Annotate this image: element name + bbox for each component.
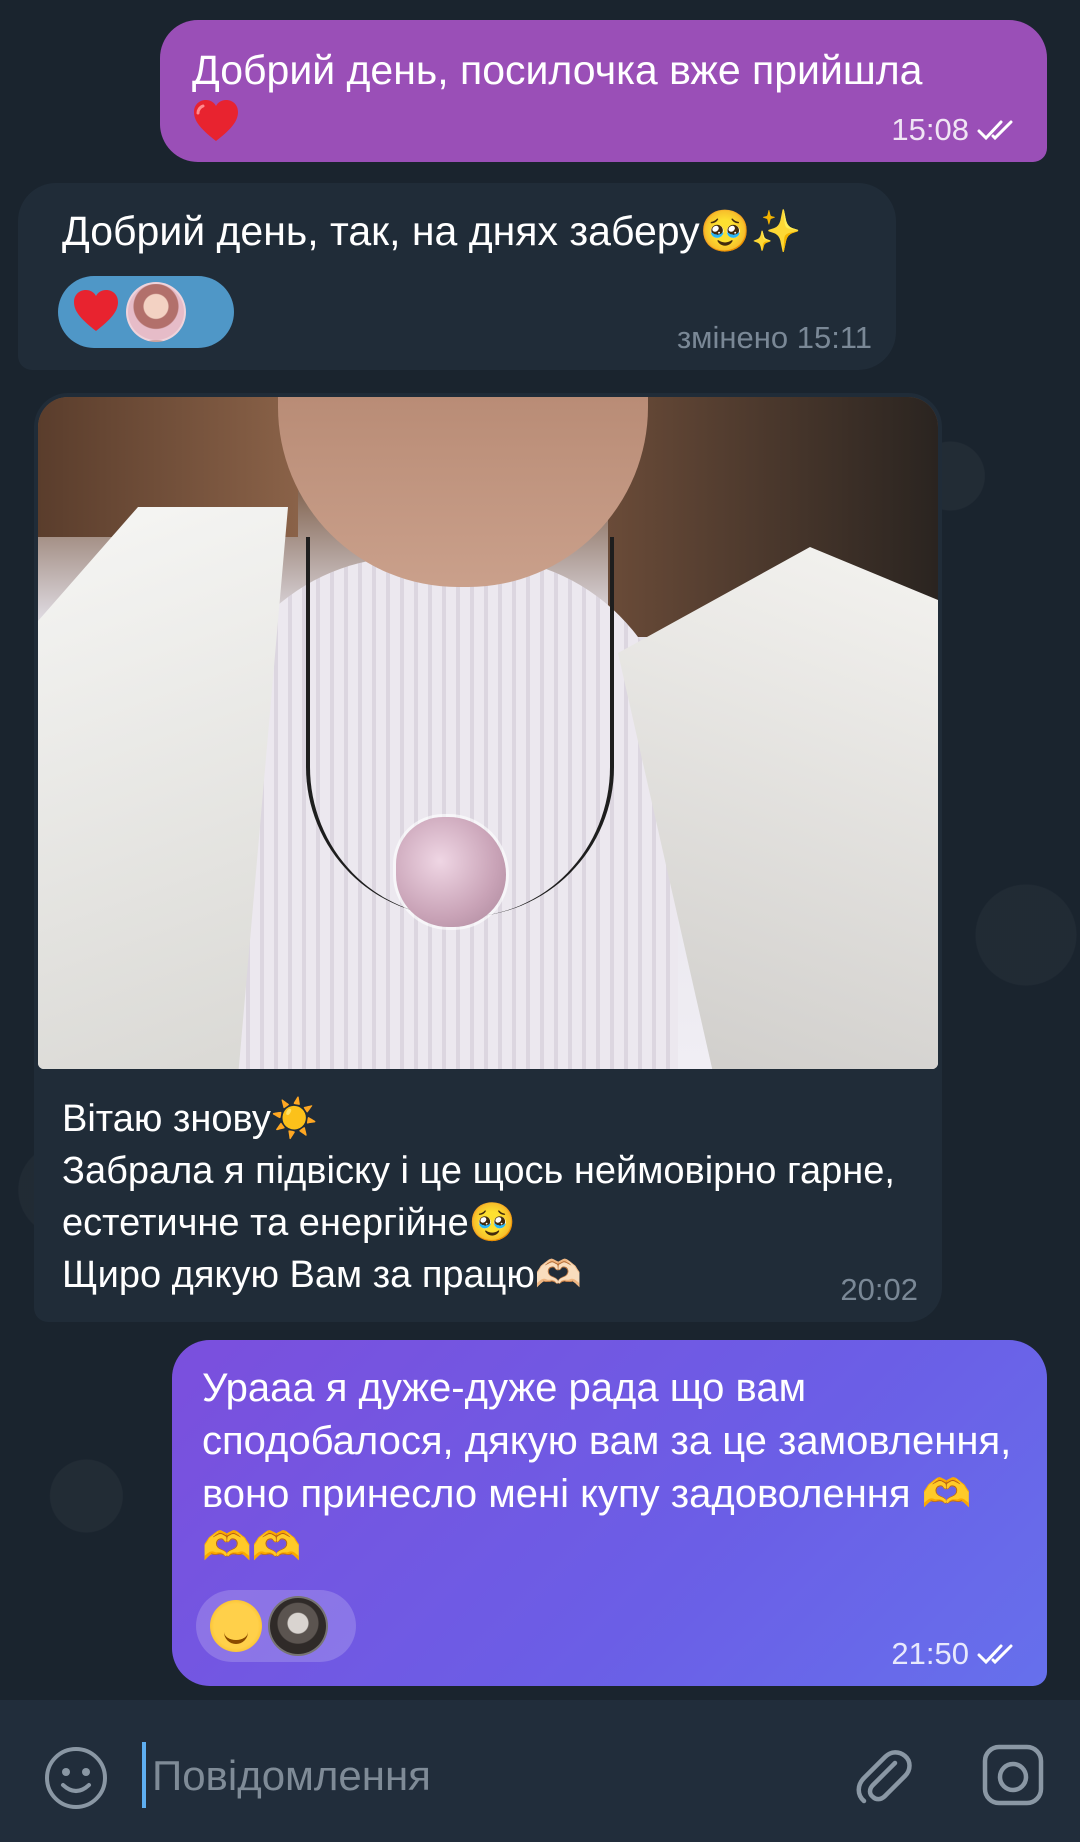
rose-quartz-pendant [396, 817, 506, 927]
paperclip-icon[interactable] [846, 1740, 922, 1816]
message-meta: 15:08 [891, 112, 1023, 148]
message-time: 20:02 [840, 1272, 918, 1307]
message-text: Урааа я дуже-дуже рада що вам сподобалос… [202, 1366, 1023, 1569]
message-edited-time: змінено 15:11 [676, 320, 872, 355]
reaction-chip[interactable] [196, 1590, 356, 1662]
smile-icon[interactable] [40, 1742, 112, 1814]
double-check-icon [977, 1644, 1013, 1665]
text-cursor [142, 1742, 146, 1808]
red-heart-emoji-icon [194, 100, 238, 141]
message-outgoing[interactable]: Добрий день, посилочка вже прийшла 15:08 [160, 20, 1047, 162]
red-heart-reaction-icon [74, 290, 118, 331]
message-meta: змінено 15:11 [677, 320, 872, 356]
reactor-avatar [126, 282, 186, 342]
double-check-icon [977, 120, 1013, 141]
message-meta: 21:50 [891, 1636, 1023, 1672]
message-incoming[interactable]: Добрий день, так, на днях заберу🥹✨ зміне… [18, 183, 896, 370]
smiling-face-with-hearts-icon [210, 1600, 262, 1652]
message-incoming-photo[interactable]: Вітаю знову☀️ Забрала я підвіску і це що… [34, 393, 942, 1322]
reaction-chip[interactable] [58, 276, 234, 348]
message-text: Добрий день, так, на днях заберу🥹✨ [62, 208, 802, 254]
message-outgoing[interactable]: Урааа я дуже-дуже рада що вам сподобалос… [172, 1340, 1047, 1686]
camera-icon[interactable] [978, 1740, 1048, 1810]
message-meta: 20:02 [840, 1272, 918, 1308]
reactor-avatar [268, 1596, 328, 1656]
message-text: Добрий день, посилочка вже прийшла [192, 47, 923, 93]
photo-caption: Вітаю знову☀️ Забрала я підвіску і це що… [62, 1098, 895, 1296]
photo-necklace[interactable] [38, 397, 938, 1069]
message-time: 15:08 [891, 112, 969, 147]
message-input[interactable] [150, 1740, 794, 1812]
message-time: 21:50 [891, 1636, 969, 1671]
